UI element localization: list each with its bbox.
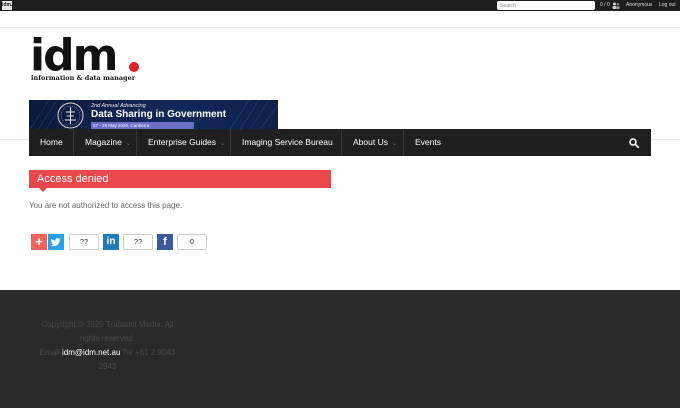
nav-label: About Us [353, 137, 388, 147]
event-banner-ad[interactable]: 2nd Annual Advancing Data Sharing in Gov… [29, 100, 278, 131]
nav-item-magazine[interactable]: Magazine ⌄ [85, 129, 131, 156]
chevron-down-icon: ⌄ [391, 141, 397, 147]
nav-item-events[interactable]: Events [415, 129, 441, 156]
nav-item-imaging-service-bureau[interactable]: Imaging Service Bureau [242, 129, 333, 156]
linkedin-share-button[interactable]: in [103, 234, 119, 250]
notification-count[interactable]: 0 / 0 [600, 2, 610, 8]
main-navigation: Home Magazine ⌄ Enterprise Guides ⌄ Imagin… [29, 129, 651, 156]
logout-link[interactable]: Log out [659, 2, 676, 8]
nav-label: Enterprise Guides [148, 137, 217, 147]
search-icon[interactable] [629, 138, 639, 148]
nav-label: Home [40, 137, 63, 147]
banner-title: Data Sharing in Government [91, 109, 227, 120]
facebook-share-button[interactable]: f [157, 234, 173, 250]
nav-item-about-us[interactable]: About Us ⌄ [353, 129, 397, 156]
site-mini-logo[interactable]: idm. [2, 1, 12, 10]
logo-wordmark: idm [30, 30, 118, 81]
facebook-share-count: 0 [177, 234, 207, 250]
site-footer: Copyright © 2020 Transmit Media. All rig… [0, 290, 680, 408]
twitter-share-count: ?? [69, 234, 99, 250]
facebook-icon: f [163, 236, 167, 248]
twitter-icon [50, 238, 61, 247]
nav-divider [403, 129, 404, 156]
nav-divider [230, 129, 231, 156]
site-logo[interactable]: idm information & data manager [30, 30, 142, 86]
footer-contact: Email idm@idm.net.au Tel +61 2 9043 2943 [35, 346, 180, 374]
page-body: idm information & data manager 2nd Annua… [0, 11, 680, 290]
logo-red-dot [129, 62, 139, 72]
nav-label: Events [415, 137, 441, 147]
page-title: Access denied [37, 173, 109, 185]
title-notch [39, 188, 47, 192]
addthis-share-button[interactable]: + [31, 234, 47, 250]
chevron-down-icon: ⌄ [220, 141, 226, 147]
plus-icon: + [35, 234, 43, 249]
toolbar-search-input[interactable] [497, 1, 595, 10]
chevron-down-icon: ⌄ [125, 141, 131, 147]
user-name-link[interactable]: Anonymous [626, 2, 652, 8]
email-label: Email [39, 348, 60, 357]
linkedin-share-count: ?? [123, 234, 153, 250]
footer-email-link[interactable]: idm@idm.net.au [62, 348, 120, 357]
twitter-share-button[interactable] [48, 234, 64, 250]
nav-divider [136, 129, 137, 156]
nav-item-home[interactable]: Home [40, 129, 63, 156]
banner-date: 27 - 28 May 2020, Canberra [91, 122, 194, 129]
logo-tagline: information & data manager [31, 74, 136, 82]
footer-copyright: Copyright © 2020 Transmit Media. All rig… [41, 320, 174, 343]
linkedin-icon: in [106, 236, 116, 247]
nav-divider [341, 129, 342, 156]
nav-label: Imaging Service Bureau [242, 137, 333, 147]
header-divider [0, 27, 680, 28]
nav-divider [73, 129, 74, 156]
crest-icon [57, 102, 84, 129]
admin-toolbar: idm. 0 / 0 Anonymous Log out [0, 0, 680, 11]
access-denied-message: You are not authorized to access this pa… [29, 201, 183, 210]
nav-label: Magazine [85, 137, 122, 147]
users-icon[interactable] [612, 2, 620, 9]
page-title-bar: Access denied [29, 170, 331, 192]
nav-item-enterprise-guides[interactable]: Enterprise Guides ⌄ [148, 129, 225, 156]
